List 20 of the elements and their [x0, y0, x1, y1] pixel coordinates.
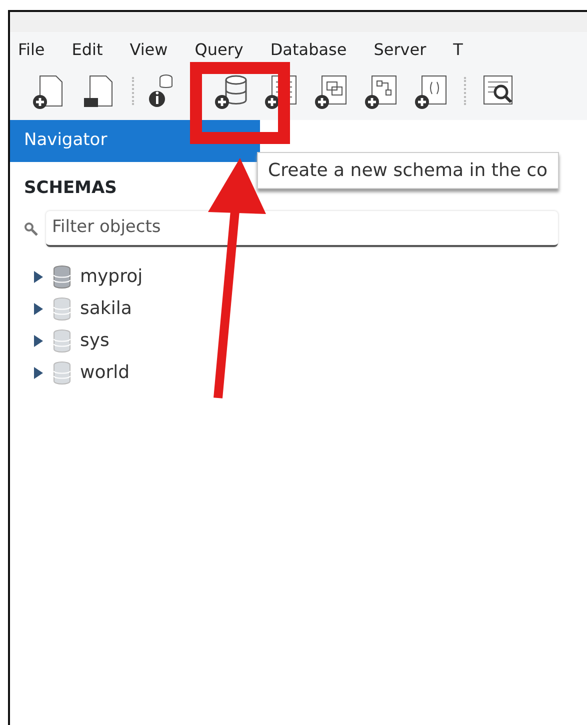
navigator-tab[interactable]: Navigator — [10, 120, 260, 162]
menu-item[interactable]: T — [453, 38, 463, 62]
menu-item[interactable]: Server — [374, 38, 426, 62]
menu-item[interactable]: View — [130, 38, 168, 62]
schema-name[interactable]: sakila — [80, 295, 132, 322]
schema-name[interactable]: sys — [80, 327, 110, 354]
expand-arrow-icon[interactable] — [32, 334, 44, 348]
menu-item[interactable]: Query — [194, 38, 244, 62]
schema-name[interactable]: myproj — [80, 263, 143, 290]
search-icon — [24, 222, 38, 236]
section-heading: SCHEMAS — [24, 176, 117, 200]
expand-arrow-icon[interactable] — [32, 366, 44, 380]
expand-arrow-icon[interactable] — [32, 270, 44, 284]
filter-field[interactable]: Filter objects — [46, 211, 558, 246]
menu-item[interactable]: Database — [270, 38, 347, 62]
menu-item[interactable]: File — [18, 38, 45, 62]
expand-arrow-icon[interactable] — [32, 302, 44, 316]
schema-name[interactable]: world — [80, 359, 130, 386]
menu-item[interactable]: Edit — [72, 38, 103, 62]
tooltip: Create a new schema in the co — [257, 152, 559, 189]
